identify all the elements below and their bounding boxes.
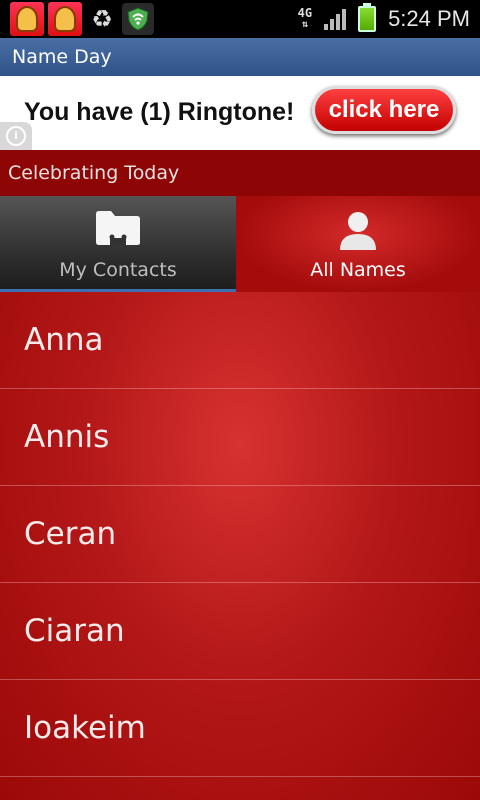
tab-label: All Names	[310, 259, 406, 281]
name-label: Ciaran	[24, 613, 125, 649]
app-title-bar: Name Day	[0, 38, 480, 76]
list-item[interactable]: Anna	[0, 292, 480, 389]
folder-icon	[95, 210, 141, 250]
ad-info-icon[interactable]: i	[0, 122, 32, 150]
recycle-icon: ♻	[91, 5, 113, 33]
names-list[interactable]: Anna Annis Ceran Ciaran Ioakeim	[0, 292, 480, 800]
name-label: Ioakeim	[24, 710, 146, 746]
tab-bar: My Contacts All Names	[0, 196, 480, 292]
status-bar: ♻ 4G ⇅ 5:24 PM	[0, 0, 480, 38]
tab-all-names[interactable]: All Names	[236, 196, 480, 292]
person-icon	[338, 210, 378, 254]
list-item[interactable]: Ceran	[0, 486, 480, 583]
name-label: Annis	[24, 419, 110, 455]
app-notification-icon	[10, 2, 44, 36]
ad-info-glyph: i	[6, 126, 26, 146]
network-type-label: 4G	[297, 6, 313, 20]
network-type-indicator: 4G ⇅	[297, 6, 313, 30]
list-item[interactable]: Annis	[0, 389, 480, 486]
section-header: Celebrating Today	[0, 150, 480, 196]
clock: 5:24 PM	[388, 6, 470, 31]
name-label: Ceran	[24, 516, 117, 552]
tab-label: My Contacts	[59, 259, 177, 281]
tab-my-contacts[interactable]: My Contacts	[0, 196, 236, 292]
system-status-icons: 4G ⇅ 5:24 PM	[298, 2, 470, 36]
app-title: Name Day	[12, 46, 112, 68]
ad-text: You have (1) Ringtone!	[24, 98, 295, 126]
security-shield-icon	[122, 3, 154, 35]
ad-banner[interactable]: You have (1) Ringtone! click here i	[0, 76, 480, 150]
section-title: Celebrating Today	[8, 162, 180, 184]
list-item[interactable]: Ciaran	[0, 583, 480, 680]
signal-strength-icon	[324, 8, 347, 30]
ad-click-here-button[interactable]: click here	[312, 86, 456, 134]
app-notification-icon	[48, 2, 82, 36]
battery-icon	[358, 3, 377, 32]
notification-icons: ♻	[10, 2, 154, 36]
name-label: Anna	[24, 322, 104, 358]
list-item[interactable]: Ioakeim	[0, 680, 480, 777]
